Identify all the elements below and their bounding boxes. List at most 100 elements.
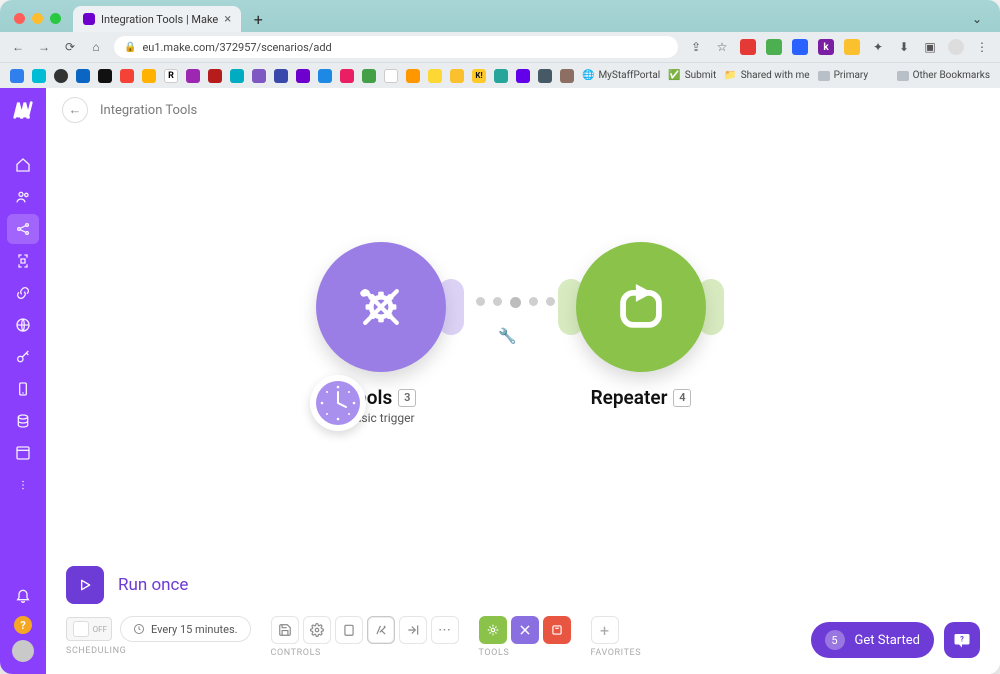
bookmark-icon[interactable] <box>428 69 442 83</box>
bookmark-submit[interactable]: ✅ Submit <box>668 70 716 81</box>
connection-settings-icon[interactable]: 🔧 <box>498 327 517 345</box>
tool-tools-button[interactable] <box>511 616 539 644</box>
bookmark-icon[interactable] <box>120 69 134 83</box>
bookmark-icon[interactable]: R <box>164 69 178 83</box>
control-more-button[interactable]: ⋯ <box>431 616 459 644</box>
window-traffic-lights <box>8 13 67 32</box>
bookmark-icon[interactable] <box>142 69 156 83</box>
control-notes-button[interactable] <box>335 616 363 644</box>
bookmark-icon[interactable] <box>516 69 530 83</box>
sidebar-scenarios[interactable] <box>7 214 39 244</box>
bookmark-icon[interactable] <box>252 69 266 83</box>
tabs-overflow-icon[interactable]: ⌄ <box>972 12 992 32</box>
new-tab-button[interactable]: + <box>247 8 269 30</box>
bookmark-icon[interactable] <box>98 69 112 83</box>
sidebar-notifications[interactable] <box>7 580 39 610</box>
control-autoalign-button[interactable] <box>367 616 395 644</box>
node-repeater[interactable]: Repeater 4 <box>576 242 706 409</box>
sidebar-webhooks[interactable] <box>7 310 39 340</box>
profile-avatar-icon[interactable] <box>948 39 964 55</box>
address-bar[interactable]: 🔒 eu1.make.com/372957/scenarios/add <box>114 36 678 58</box>
sidebar-help[interactable]: ? <box>14 616 32 634</box>
share-icon[interactable]: ⇪ <box>688 40 704 54</box>
sidebar-home[interactable] <box>7 150 39 180</box>
scheduling-toggle[interactable]: OFF <box>66 617 112 641</box>
download-icon[interactable]: ⬇ <box>896 40 912 54</box>
run-once-button[interactable] <box>66 566 104 604</box>
bookmark-icon[interactable] <box>54 69 68 83</box>
bookmark-icon[interactable] <box>450 69 464 83</box>
add-favorite-button[interactable]: + <box>591 616 619 644</box>
nav-reload-button[interactable]: ⟳ <box>62 40 78 54</box>
bookmark-icon[interactable] <box>340 69 354 83</box>
other-bookmarks[interactable]: Other Bookmarks <box>897 70 990 81</box>
bookmark-icon[interactable] <box>296 69 310 83</box>
ext-icon-3[interactable] <box>792 39 808 55</box>
control-save-button[interactable] <box>271 616 299 644</box>
node-tools[interactable]: Tools 3 Basic trigger <box>316 242 446 425</box>
bookmark-icon[interactable] <box>76 69 90 83</box>
nav-home-button[interactable]: ⌂ <box>88 40 104 54</box>
bookmark-icon[interactable] <box>362 69 376 83</box>
sidebar-team[interactable] <box>7 182 39 212</box>
bookmark-mystaff[interactable]: 🌐 MyStaffPortal <box>582 70 660 81</box>
tools-label: TOOLS <box>479 648 571 658</box>
sidebar-keys[interactable] <box>7 342 39 372</box>
tools-icon <box>346 272 416 342</box>
nav-back-button[interactable]: ← <box>10 40 26 54</box>
bookmark-icon[interactable] <box>494 69 508 83</box>
bookmark-shared[interactable]: 📁 Shared with me <box>724 70 809 81</box>
ext-icon-1[interactable] <box>740 39 756 55</box>
scheduling-interval[interactable]: Every 15 minutes. <box>120 616 251 642</box>
sidebar-templates[interactable] <box>7 246 39 276</box>
back-button[interactable]: ← <box>62 97 88 123</box>
nav-forward-button[interactable]: → <box>36 40 52 54</box>
bookmark-primary[interactable]: Primary <box>818 70 869 81</box>
bookmark-icon[interactable] <box>186 69 200 83</box>
extensions-puzzle-icon[interactable]: ✦ <box>870 40 886 54</box>
app-sidebar: ? <box>0 88 46 674</box>
make-logo[interactable] <box>0 88 46 132</box>
node-repeater-circle[interactable] <box>576 242 706 372</box>
bookmark-icon[interactable] <box>208 69 222 83</box>
sidebar-connections[interactable] <box>7 278 39 308</box>
connection-path[interactable] <box>476 297 555 308</box>
bookmark-icon[interactable] <box>560 69 574 83</box>
sidebar-avatar[interactable] <box>12 640 34 662</box>
bookmark-icon[interactable] <box>538 69 552 83</box>
bookmark-icon[interactable] <box>32 69 46 83</box>
tool-text-button[interactable] <box>543 616 571 644</box>
window-close-dot[interactable] <box>14 13 25 24</box>
sidebar-devices[interactable] <box>7 374 39 404</box>
ext-icon-k[interactable]: k <box>818 39 834 55</box>
get-started-button[interactable]: 5 Get Started <box>811 622 934 658</box>
favorites-label: FAVORITES <box>591 648 642 658</box>
bookmark-icon[interactable]: K! <box>472 69 486 83</box>
tab-close-icon[interactable]: × <box>224 12 231 27</box>
reading-list-icon[interactable]: ▣ <box>922 40 938 54</box>
sidebar-more[interactable] <box>7 470 39 500</box>
bookmark-icon[interactable] <box>274 69 288 83</box>
control-explain-button[interactable] <box>399 616 427 644</box>
browser-tab[interactable]: Integration Tools | Make × <box>73 6 241 32</box>
tool-flow-button[interactable] <box>479 616 507 644</box>
control-settings-button[interactable] <box>303 616 331 644</box>
bookmark-icon[interactable] <box>406 69 420 83</box>
star-icon[interactable]: ☆ <box>714 40 730 54</box>
bookmark-icon[interactable] <box>384 69 398 83</box>
bookmark-icon[interactable] <box>230 69 244 83</box>
ext-icon-2[interactable] <box>766 39 782 55</box>
trigger-schedule-badge[interactable] <box>310 375 366 431</box>
ext-icon-4[interactable] <box>844 39 860 55</box>
kebab-menu-icon[interactable]: ⋮ <box>974 40 990 54</box>
sidebar-datastores[interactable] <box>7 406 39 436</box>
node-tools-circle[interactable] <box>316 242 446 372</box>
controls-label: CONTROLS <box>271 648 459 658</box>
scenario-canvas[interactable]: Tools 3 Basic trigger 🔧 <box>46 132 1000 554</box>
window-minimize-dot[interactable] <box>32 13 43 24</box>
window-zoom-dot[interactable] <box>50 13 61 24</box>
bookmark-icon[interactable] <box>318 69 332 83</box>
bookmark-icon[interactable] <box>10 69 24 83</box>
help-chat-button[interactable]: ? <box>944 622 980 658</box>
sidebar-datastructures[interactable] <box>7 438 39 468</box>
